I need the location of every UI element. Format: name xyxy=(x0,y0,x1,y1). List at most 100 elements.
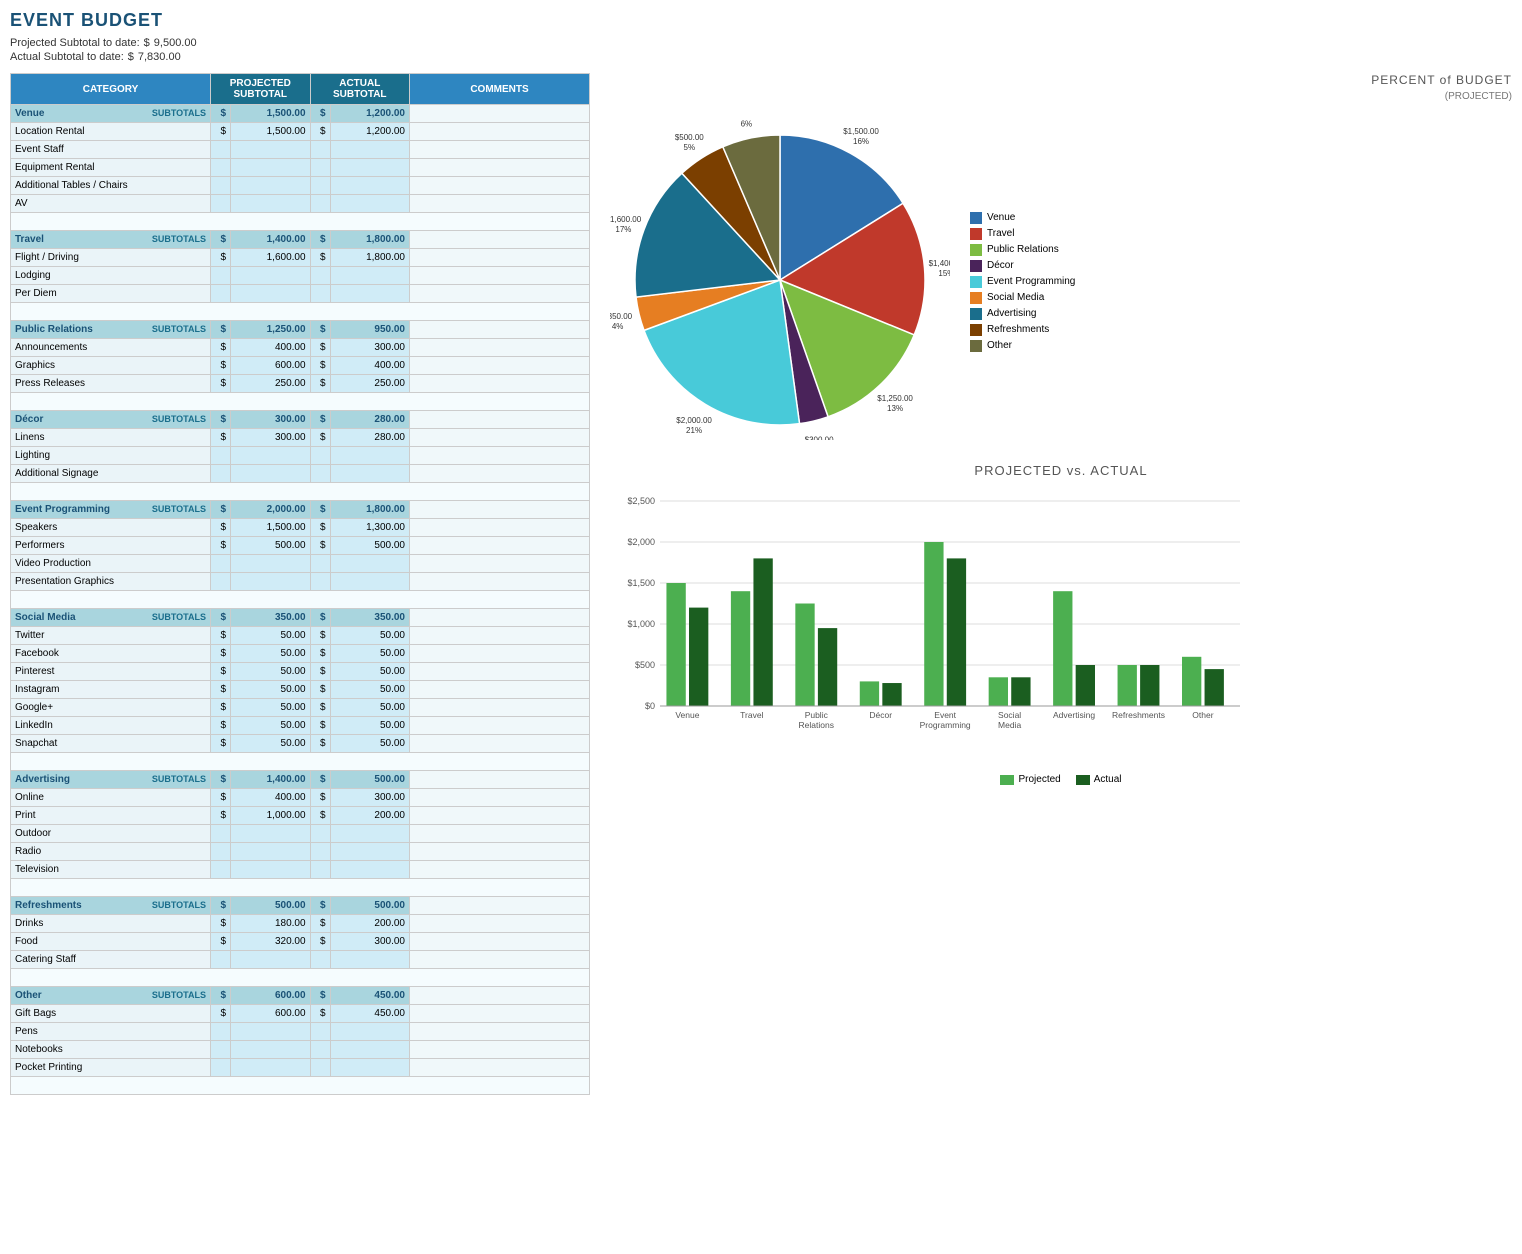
item-comment xyxy=(410,1023,590,1041)
projected-subtotal-val: 1,400.00 xyxy=(231,231,311,249)
bar-actual-event-programming xyxy=(947,558,966,706)
item-name: Print xyxy=(11,807,211,825)
table-row: Performers $ 500.00 $ 500.00 xyxy=(11,537,590,555)
pie-title: PERCENT of BUDGET xyxy=(1371,73,1512,87)
actual-dollar: $ xyxy=(310,987,330,1005)
item-proj-dollar: $ xyxy=(211,933,231,951)
table-row: Location Rental $ 1,500.00 $ 1,200.00 xyxy=(11,123,590,141)
pie-label-event-programming: $2,000.0021% xyxy=(676,416,712,435)
item-proj-val xyxy=(231,573,311,591)
item-proj-dollar xyxy=(211,195,231,213)
bar-projected-travel xyxy=(731,591,750,706)
item-act-dollar: $ xyxy=(310,1005,330,1023)
comments-cell xyxy=(410,501,590,519)
item-comment xyxy=(410,627,590,645)
item-proj-val xyxy=(231,951,311,969)
item-name: Pinterest xyxy=(11,663,211,681)
item-comment xyxy=(410,573,590,591)
item-act-dollar xyxy=(310,861,330,879)
pie-label-social-media: $350.004% xyxy=(610,312,633,331)
item-act-val: 500.00 xyxy=(330,537,409,555)
item-act-val: 280.00 xyxy=(330,429,409,447)
table-row xyxy=(11,753,590,771)
actual-subtotal-val: 450.00 xyxy=(330,987,409,1005)
item-act-val xyxy=(330,159,409,177)
item-name: Snapchat xyxy=(11,735,211,753)
item-proj-val: 50.00 xyxy=(231,717,311,735)
bar-legend-actual: Actual xyxy=(1094,774,1122,785)
svg-text:$500: $500 xyxy=(635,660,655,670)
actual-dollar: $ xyxy=(310,411,330,429)
item-name: Event Staff xyxy=(11,141,211,159)
item-name: Television xyxy=(11,861,211,879)
item-act-val xyxy=(330,1059,409,1077)
comments-cell xyxy=(410,771,590,789)
item-act-val xyxy=(330,447,409,465)
pie-label-venue: $1,500.0016% xyxy=(843,127,879,146)
item-act-dollar xyxy=(310,843,330,861)
item-act-val: 450.00 xyxy=(330,1005,409,1023)
item-proj-val: 1,500.00 xyxy=(231,123,311,141)
item-act-dollar: $ xyxy=(310,789,330,807)
bar-projected-refreshments xyxy=(1118,665,1137,706)
item-act-val xyxy=(330,861,409,879)
legend-color xyxy=(970,212,982,224)
item-proj-val: 50.00 xyxy=(231,645,311,663)
item-proj-val xyxy=(231,195,311,213)
actual-dollar: $ xyxy=(310,609,330,627)
legend-color xyxy=(970,276,982,288)
projected-dollar: $ xyxy=(211,411,231,429)
legend-color xyxy=(970,260,982,272)
item-comment xyxy=(410,249,590,267)
table-row: Speakers $ 1,500.00 $ 1,300.00 xyxy=(11,519,590,537)
comments-cell xyxy=(410,231,590,249)
item-comment xyxy=(410,195,590,213)
item-act-val xyxy=(330,555,409,573)
col-header-category: CATEGORY xyxy=(11,74,211,105)
item-proj-dollar: $ xyxy=(211,915,231,933)
item-proj-val xyxy=(231,285,311,303)
table-row: Presentation Graphics xyxy=(11,573,590,591)
table-row: Print $ 1,000.00 $ 200.00 xyxy=(11,807,590,825)
item-proj-dollar: $ xyxy=(211,429,231,447)
item-comment xyxy=(410,1059,590,1077)
item-proj-val: 600.00 xyxy=(231,357,311,375)
item-name: Per Diem xyxy=(11,285,211,303)
item-comment xyxy=(410,645,590,663)
bar-actual-refreshments xyxy=(1140,665,1159,706)
item-act-dollar: $ xyxy=(310,429,330,447)
item-proj-val: 50.00 xyxy=(231,699,311,717)
bar-projected-public-relations xyxy=(795,604,814,707)
projected-subtotal-val: 2,000.00 xyxy=(231,501,311,519)
item-comment xyxy=(410,681,590,699)
item-proj-dollar: $ xyxy=(211,717,231,735)
bar-actual-décor xyxy=(882,683,901,706)
item-act-dollar: $ xyxy=(310,627,330,645)
item-act-val: 50.00 xyxy=(330,681,409,699)
item-act-dollar xyxy=(310,825,330,843)
comments-cell xyxy=(410,411,590,429)
item-act-val: 50.00 xyxy=(330,699,409,717)
legend-color xyxy=(970,292,982,304)
actual-subtotal-val: 1,200.00 xyxy=(330,105,409,123)
item-proj-val xyxy=(231,555,311,573)
legend-label: Other xyxy=(987,340,1012,351)
category-header-row: Venue SUBTOTALS $ 1,500.00 $ 1,200.00 xyxy=(11,105,590,123)
item-proj-dollar xyxy=(211,177,231,195)
item-act-dollar: $ xyxy=(310,717,330,735)
comments-cell xyxy=(410,105,590,123)
item-comment xyxy=(410,825,590,843)
item-proj-dollar xyxy=(211,159,231,177)
budget-table: CATEGORY PROJECTEDSUBTOTAL ACTUALSUBTOTA… xyxy=(10,73,590,1095)
actual-subtotal-val: 350.00 xyxy=(330,609,409,627)
table-row: Lighting xyxy=(11,447,590,465)
item-proj-dollar xyxy=(211,951,231,969)
item-comment xyxy=(410,339,590,357)
item-comment xyxy=(410,843,590,861)
category-name: Venue SUBTOTALS xyxy=(11,105,211,123)
bar-projected-other xyxy=(1182,657,1201,706)
item-name: Catering Staff xyxy=(11,951,211,969)
projected-value: 9,500.00 xyxy=(154,37,197,49)
legend-label: Event Programming xyxy=(987,276,1075,287)
item-act-dollar: $ xyxy=(310,663,330,681)
